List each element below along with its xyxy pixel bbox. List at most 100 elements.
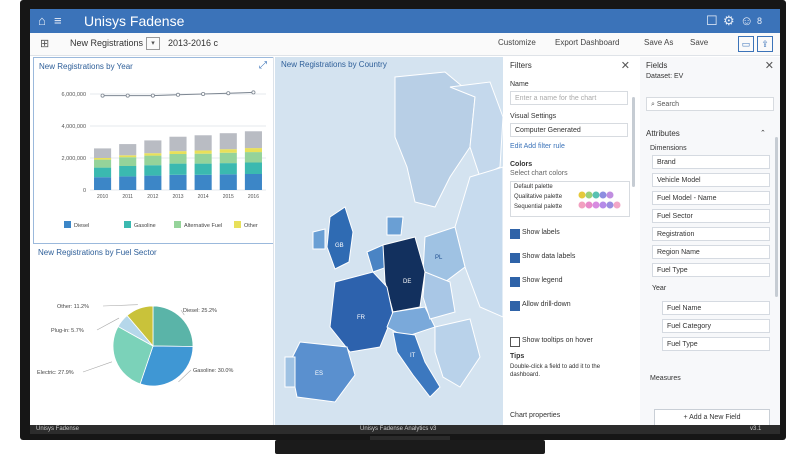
colors-label: Colors	[510, 161, 533, 168]
field-item[interactable]: Fuel Type	[652, 263, 770, 277]
drilldown-checkbox[interactable]	[510, 301, 520, 311]
pie-leader	[82, 361, 113, 373]
visual-select[interactable]: Computer Generated	[510, 123, 628, 137]
palette-2: Qualitative palette	[514, 194, 563, 200]
bar-segment	[194, 153, 212, 164]
legend-swatch	[234, 221, 241, 228]
grid-icon[interactable]: ⊞	[40, 37, 49, 50]
trend-point	[100, 93, 105, 98]
bar-chart-panel[interactable]: New Registrations by Year ⤢ 0 2,000,000 4,…	[33, 57, 274, 244]
customize-button[interactable]: Customize	[498, 38, 536, 47]
note-title: Tips	[510, 353, 525, 360]
app-window: ⌂ ≡ Unisys Fadense ☐ ⚙ ☺ 8 ⊞ New Registr…	[30, 9, 780, 434]
bar-segment	[244, 162, 262, 174]
bar-segment	[119, 144, 137, 156]
x-tick-label: 2014	[198, 194, 209, 200]
map-label-it: IT	[410, 353, 416, 359]
app-title: Unisys Fadense	[84, 13, 185, 29]
bar-segment	[194, 135, 212, 151]
bar-segment	[119, 166, 137, 177]
palette-box[interactable]: Default palette Qualitative palette Sequ…	[510, 181, 630, 217]
save-button[interactable]: Save	[690, 38, 708, 47]
map-label-pl: PL	[435, 255, 443, 261]
close-icon[interactable]: ✕	[765, 59, 774, 72]
map-label-de: DE	[403, 279, 411, 285]
attributes-section[interactable]: Attributes	[646, 129, 680, 138]
settings-icon[interactable]: ⚙	[723, 13, 735, 29]
map-label-fr: FR	[357, 315, 366, 321]
field-item[interactable]: Registration	[652, 227, 770, 241]
x-tick-label: 2015	[223, 194, 234, 200]
bar-segment	[119, 176, 137, 190]
filters-scrollbar[interactable]	[632, 97, 635, 187]
palette-3: Sequential palette	[514, 204, 563, 210]
layout-icon[interactable]: ▭	[738, 36, 754, 52]
field-sub-item[interactable]: Fuel Name	[662, 301, 770, 315]
user-initial[interactable]: 8	[757, 13, 762, 29]
fields-subtitle: Dataset: EV	[646, 73, 684, 80]
bar-segment	[169, 174, 187, 190]
bar-segment	[244, 131, 262, 149]
chevron-down-icon[interactable]: ▾	[146, 37, 160, 50]
bar-segment	[244, 152, 262, 163]
europe-map[interactable]: DE FR GB IT ES PL	[275, 57, 503, 434]
bar-segment	[144, 153, 162, 156]
labels-checkbox[interactable]	[510, 229, 520, 239]
map-title: New Registrations by Country	[281, 60, 387, 69]
bar-segment	[169, 163, 187, 175]
pie-label: Other: 11.2%	[57, 304, 89, 310]
menu-icon[interactable]: ≡	[54, 13, 62, 29]
filter-links[interactable]: Edit Add filter rule	[510, 143, 565, 150]
measures-label: Measures	[650, 375, 681, 382]
bar-chart: 0 2,000,000 4,000,000 6,000,000 2010 2011 2012…	[62, 90, 266, 229]
fields-scrollbar[interactable]	[775, 137, 778, 297]
bar-segment	[244, 174, 262, 190]
pie-chart-panel[interactable]: New Registrations by Fuel Sector Diesel:…	[33, 246, 272, 431]
user-icon[interactable]: ☺	[740, 13, 753, 29]
year-group[interactable]: Year	[652, 285, 666, 292]
option-1: Show labels	[522, 229, 560, 236]
view-selector[interactable]: New Registrations	[70, 38, 143, 48]
field-item[interactable]: Fuel Sector	[652, 209, 770, 223]
tooltips-checkbox[interactable]	[510, 337, 520, 347]
field-item[interactable]: Brand	[652, 155, 770, 169]
status-left: Unisys Fadense	[36, 426, 80, 432]
pie-chart: Diesel: 25.2% Gasoline: 30.0% Electric: 27…	[37, 304, 233, 387]
bar-segment	[219, 174, 237, 190]
field-sub-item[interactable]: Fuel Category	[662, 319, 770, 333]
name-input[interactable]: Enter a name for the chart	[510, 91, 628, 105]
bar-segment	[194, 163, 212, 175]
field-item[interactable]: Vehicle Model	[652, 173, 770, 187]
name-label: Name	[510, 81, 529, 88]
bar-segment	[219, 163, 237, 175]
year-range[interactable]: 2013-2016 c	[168, 38, 218, 48]
legend-checkbox[interactable]	[510, 277, 520, 287]
bar-segment	[219, 152, 237, 164]
y-tick-label: 4,000,000	[62, 124, 86, 130]
data-labels-checkbox[interactable]	[510, 253, 520, 263]
field-item[interactable]: Fuel Model - Name	[652, 191, 770, 205]
dimensions-label: Dimensions	[650, 145, 687, 152]
title-bar: ⌂ ≡ Unisys Fadense ☐ ⚙ ☺ 8	[30, 9, 780, 33]
share-icon[interactable]: ⇪	[757, 36, 773, 52]
home-icon[interactable]: ⌂	[38, 13, 46, 29]
export-button[interactable]: Export Dashboard	[555, 38, 619, 47]
fields-search-input[interactable]: ⌕ Search	[646, 97, 774, 111]
bar-segment	[94, 148, 112, 158]
field-sub-item[interactable]: Fuel Type	[662, 337, 770, 351]
bar-segment	[169, 136, 187, 152]
bar-segment	[94, 177, 112, 190]
fields-title: Fields	[646, 61, 668, 70]
close-icon[interactable]: ✕	[621, 59, 630, 72]
pie-label: Plug-in: 5.7%	[51, 328, 84, 334]
legend-swatch	[174, 221, 181, 228]
x-tick-label: 2012	[147, 194, 158, 200]
map-panel[interactable]: New Registrations by Country DE FR GB IT…	[275, 57, 503, 434]
field-item[interactable]: Region Name	[652, 245, 770, 259]
chevron-up-icon[interactable]: ⌃	[760, 129, 766, 137]
notification-icon[interactable]: ☐	[706, 13, 718, 29]
map-label-es: ES	[315, 371, 323, 377]
pie-label: Gasoline: 30.0%	[193, 368, 233, 374]
bar-segment	[144, 175, 162, 190]
save-as-button[interactable]: Save As	[644, 38, 673, 47]
